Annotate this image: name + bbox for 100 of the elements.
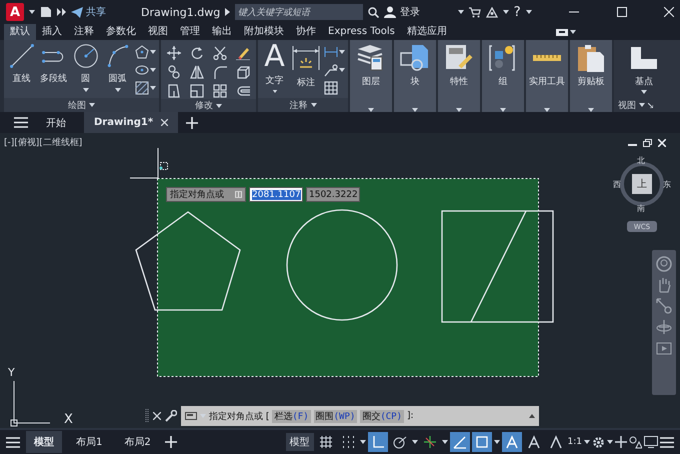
- caret-icon: [360, 440, 366, 444]
- plus-icon: [615, 436, 627, 448]
- caret-icon: [494, 440, 500, 444]
- command-line-field[interactable]: 指定对角点或 [ 栏选(F) 圈围(WP) 圈交(CP) ]:: [181, 406, 539, 426]
- model-space-button[interactable]: 模型: [286, 433, 314, 451]
- properties-button[interactable]: 特性: [438, 40, 480, 112]
- base-point-button[interactable]: 基点: [614, 40, 674, 98]
- menu-icon: [6, 436, 20, 448]
- polar-icon: [392, 435, 407, 449]
- caret-icon: [310, 103, 316, 107]
- compass-label[interactable]: 北: [637, 155, 645, 166]
- group-button[interactable]: 组: [482, 40, 524, 112]
- layout-tab[interactable]: 模型: [26, 431, 62, 453]
- ribbon-tab[interactable]: 输出: [206, 24, 238, 40]
- hatch-icon: [135, 81, 149, 95]
- block-icon: [400, 43, 430, 73]
- double-arrow-icon: [57, 8, 66, 16]
- array-icon: [213, 84, 227, 98]
- viewcube-face[interactable]: 上: [632, 174, 652, 194]
- utilities-button[interactable]: 实用工具: [526, 40, 568, 112]
- x-coordinate-field[interactable]: 2081.1107: [249, 187, 303, 202]
- command-option[interactable]: 圈交(CP): [360, 410, 404, 422]
- linear-dimension-icon: [324, 45, 338, 59]
- compass-label[interactable]: 西: [613, 179, 621, 190]
- share-button[interactable]: 共享: [71, 5, 106, 19]
- status-toggle[interactable]: [450, 432, 470, 452]
- plus-icon: [164, 436, 177, 448]
- caret-icon: [570, 30, 576, 34]
- stretch-icon: [167, 84, 181, 98]
- caret-icon: [607, 440, 613, 444]
- layout-tab[interactable]: 布局2: [116, 431, 159, 453]
- ribbon-tab[interactable]: 视图: [142, 24, 174, 40]
- caret-icon: [641, 90, 647, 94]
- polyline-tool-button[interactable]: 多段线: [39, 43, 68, 93]
- wrench-icon: [165, 410, 177, 422]
- ribbon-tab[interactable]: 注释: [68, 24, 100, 40]
- y-coordinate-field[interactable]: 1502.3222: [306, 187, 360, 202]
- eraser-icon: [236, 46, 250, 60]
- circle-shape[interactable]: [286, 209, 398, 321]
- ribbon-tab[interactable]: 管理: [174, 24, 206, 40]
- circle-tool-button[interactable]: 圆: [71, 43, 100, 93]
- ribbon-tab[interactable]: 协作: [290, 24, 322, 40]
- block-button[interactable]: 块: [394, 40, 436, 112]
- rotate-icon: [190, 46, 204, 60]
- prompt-text: 指定对角点或: [170, 188, 224, 201]
- command-option[interactable]: 圈围(WP): [314, 410, 358, 422]
- pentagon-shape[interactable]: [135, 211, 241, 311]
- group-icon: [488, 43, 518, 73]
- caret-icon: [339, 68, 345, 72]
- text-tool-button[interactable]: A 文字: [261, 43, 288, 93]
- ribbon-tab[interactable]: 附加模块: [238, 24, 290, 40]
- gear-icon: [592, 436, 605, 448]
- annotation-visibility-icon: [526, 435, 541, 449]
- layers-button[interactable]: 图层: [350, 40, 392, 112]
- search-field[interactable]: 键入关键字或短语: [235, 4, 364, 20]
- caret-icon: [502, 10, 509, 14]
- caret-icon: [150, 50, 156, 54]
- ribbon-tab[interactable]: 插入: [36, 24, 68, 40]
- plus-icon: [186, 116, 198, 128]
- paper-plane-icon: [71, 6, 83, 18]
- panel-title: 注释: [290, 100, 308, 112]
- line-tool-button[interactable]: 直线: [7, 43, 36, 93]
- y-axis-label: Y: [8, 366, 16, 379]
- command-option[interactable]: 栏选(F): [272, 410, 311, 422]
- menu-icon: [660, 436, 674, 448]
- status-toggle[interactable]: [472, 432, 492, 452]
- panel-title: 视图: [618, 100, 636, 112]
- ribbon-tab[interactable]: 默认: [4, 24, 36, 40]
- caret-icon: [216, 104, 222, 108]
- status-toggle[interactable]: [502, 432, 522, 452]
- caret-icon: [272, 90, 278, 93]
- caret-icon: [339, 50, 345, 54]
- table-icon: [324, 81, 338, 95]
- file-tab[interactable]: 开始: [36, 112, 76, 133]
- isolate-icon: [629, 436, 642, 448]
- viewport-label[interactable]: [-][俯视][二维线框]: [4, 136, 82, 149]
- sign-in-button[interactable]: 登录: [384, 5, 420, 19]
- annotation-scale-button[interactable]: 1:1: [568, 437, 582, 447]
- close-icon: [153, 412, 161, 420]
- ribbon-tab[interactable]: 参数化: [100, 24, 142, 40]
- compass-label[interactable]: 南: [637, 203, 645, 214]
- panel-icon: [556, 28, 568, 36]
- restore-icon: [643, 139, 652, 147]
- status-toggle[interactable]: [368, 432, 388, 452]
- compass-label[interactable]: 东: [663, 179, 671, 190]
- clipboard-button[interactable]: 剪贴板: [570, 40, 612, 112]
- ribbon-tab[interactable]: Express Tools: [322, 24, 401, 40]
- ribbon-tab[interactable]: 精选应用: [400, 24, 453, 40]
- close-icon: [161, 119, 168, 126]
- layout-tab[interactable]: 布局1: [68, 431, 110, 453]
- square-shape[interactable]: [441, 210, 554, 323]
- dimension-tool-button[interactable]: 标注: [291, 43, 321, 93]
- annotation-auto-icon: [548, 435, 563, 449]
- mirror-icon: [190, 65, 204, 79]
- app-logo[interactable]: A: [6, 3, 24, 21]
- play-icon: [656, 340, 672, 356]
- panel-title: 修改: [195, 100, 213, 112]
- arc-tool-button[interactable]: 圆弧: [103, 43, 132, 93]
- help-button[interactable]: ?: [514, 4, 521, 20]
- file-tab[interactable]: Drawing1*: [84, 112, 178, 133]
